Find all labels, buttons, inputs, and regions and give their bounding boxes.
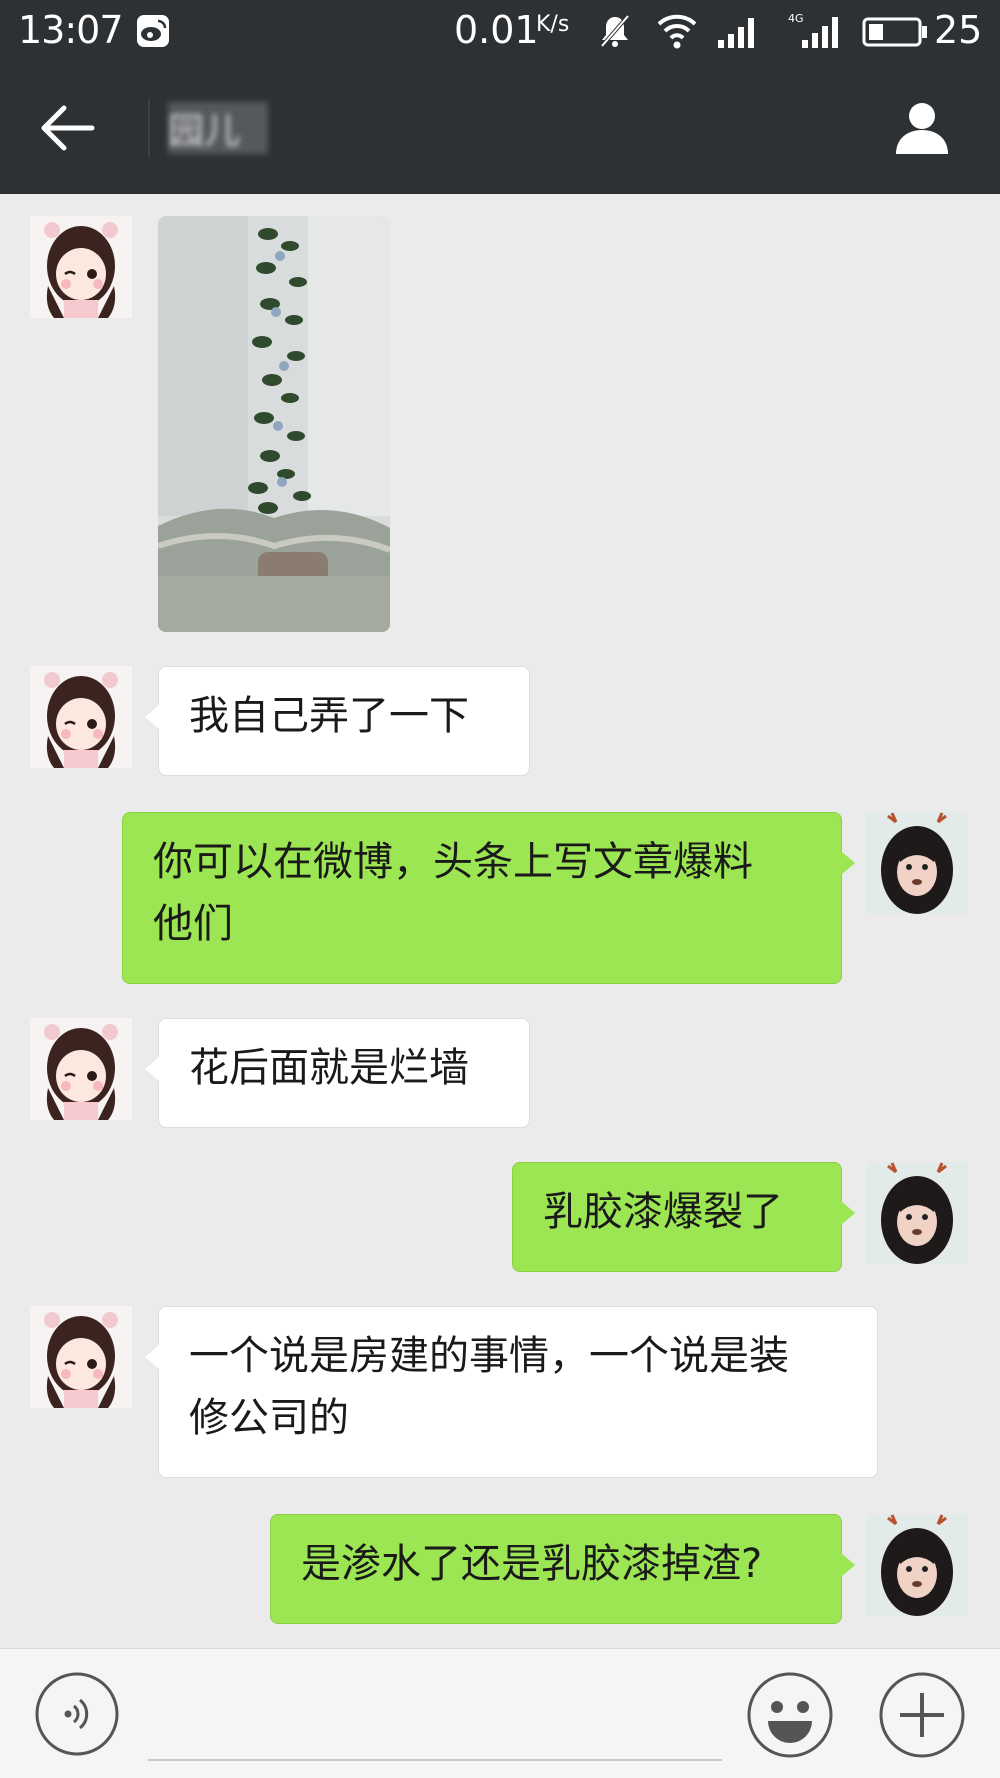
contact-avatar[interactable] [30,216,132,318]
outgoing-message[interactable]: 乳胶漆爆裂了 [512,1162,855,1272]
weibo-icon [137,15,169,47]
header-divider [148,98,150,158]
wifi-icon [657,14,697,49]
message-text-line: 你可以在微博，头条上写文章爆料 [153,839,753,885]
message-text-line: 他们 [153,901,233,947]
input-bar [0,1648,1000,1778]
message-text: 乳胶漆爆裂了 [543,1189,783,1235]
incoming-message[interactable]: 一个说是房建的事情，一个说是装 修公司的 [145,1306,878,1478]
plus-icon[interactable] [878,1671,966,1759]
status-bar: 13:07 0.01 K/s 4G 25 [0,0,1000,62]
my-avatar[interactable] [866,1514,968,1616]
chat-title: 园儿 [168,102,268,154]
contact-avatar[interactable] [30,1018,132,1120]
incoming-message[interactable]: 花后面就是烂墙 [145,1018,530,1128]
my-avatar[interactable] [866,812,968,914]
message-text: 花后面就是烂墙 [189,1045,469,1091]
4g-signal-icon: 4G [788,12,838,48]
battery-percent: 25 [934,8,983,52]
emoji-icon[interactable] [746,1671,834,1759]
chat-image[interactable] [158,216,390,632]
arrow-left-icon[interactable] [36,98,100,158]
message-text-line: 一个说是房建的事情，一个说是装 [189,1333,789,1379]
contact-avatar[interactable] [30,666,132,768]
signal-icon [718,18,754,48]
svg-text:4G: 4G [788,12,804,25]
voice-icon[interactable] [34,1671,120,1757]
outgoing-message[interactable]: 是渗水了还是乳胶漆掉渣? [270,1514,855,1624]
battery-icon [862,17,927,47]
mute-icon [600,14,630,48]
outgoing-message[interactable]: 你可以在微博，头条上写文章爆料 他们 [122,812,855,984]
contact-avatar[interactable] [30,1306,132,1408]
message-text: 是渗水了还是乳胶漆掉渣? [301,1541,763,1587]
status-time: 13:07 [18,8,124,52]
network-speed: 0.01 [454,8,539,52]
incoming-message[interactable]: 我自己弄了一下 [145,666,530,776]
message-input[interactable] [148,1673,722,1761]
my-avatar[interactable] [866,1162,968,1264]
person-icon[interactable] [890,96,954,160]
network-speed-unit: K/s [536,12,570,37]
message-text-line: 修公司的 [189,1395,349,1441]
message-text: 我自己弄了一下 [189,693,469,739]
chat-header: 园儿 [0,62,1000,198]
